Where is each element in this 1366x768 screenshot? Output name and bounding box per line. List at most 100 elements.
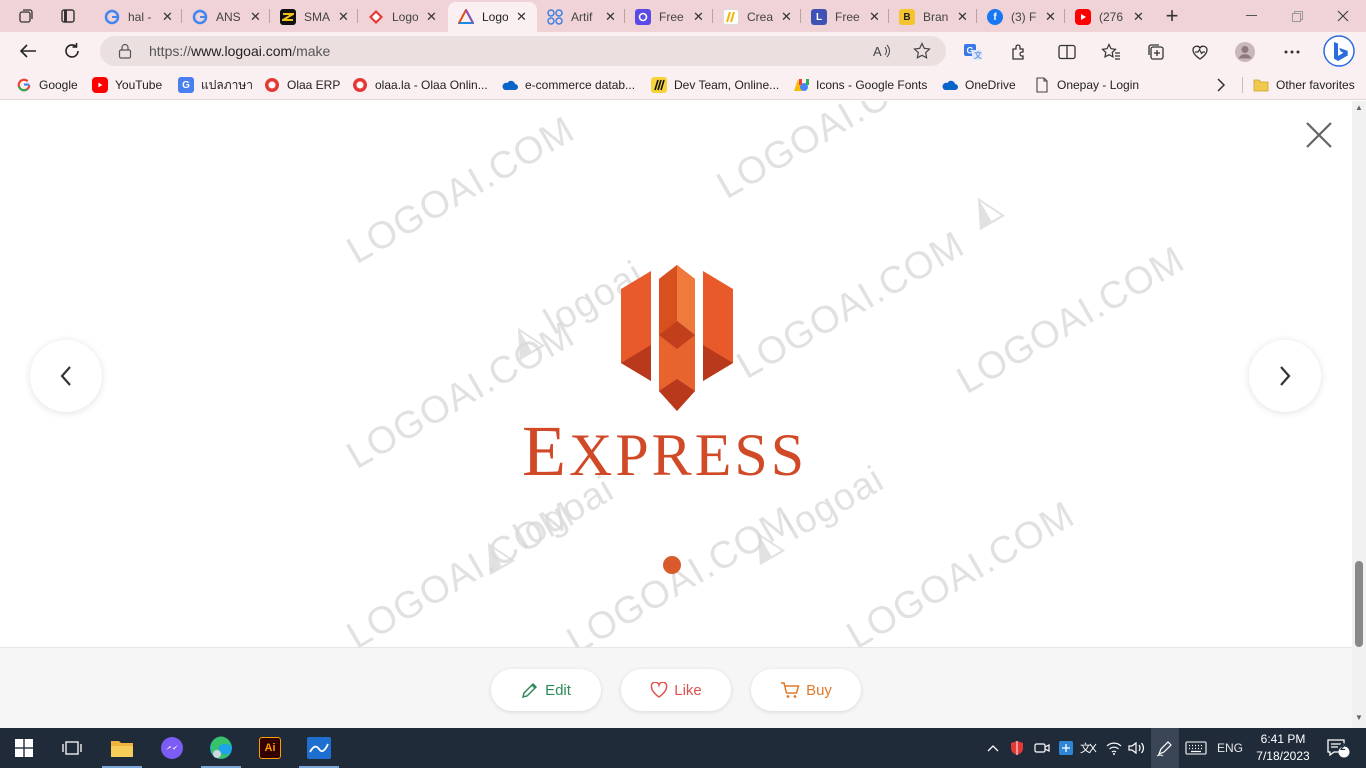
chart-app-icon <box>307 737 331 759</box>
collections-icon[interactable] <box>1145 41 1167 63</box>
bookmark-item[interactable]: OneDrive <box>942 76 1016 94</box>
page-scrollbar[interactable]: ▲ ▼ <box>1352 101 1366 728</box>
carousel-indicator-dot[interactable] <box>663 556 681 574</box>
tab-close-icon[interactable]: ✕ <box>781 9 792 25</box>
new-tab-button[interactable]: + <box>1160 4 1184 28</box>
previous-logo-button[interactable] <box>30 340 102 412</box>
scroll-down-arrow-icon[interactable]: ▼ <box>1355 713 1363 722</box>
tab-close-icon[interactable]: ✕ <box>516 9 527 25</box>
tab-close-icon[interactable]: ✕ <box>1045 9 1056 25</box>
browser-tab[interactable]: B Bran ✕ <box>889 2 975 32</box>
workspaces-icon[interactable] <box>12 4 40 28</box>
tab-close-icon[interactable]: ✕ <box>426 9 437 25</box>
bookmark-item[interactable]: olaa.la - Olaa Onlin... <box>352 76 488 94</box>
browser-tab[interactable]: hal - ✕ <box>94 2 180 32</box>
tab-close-icon[interactable]: ✕ <box>957 9 968 25</box>
bookmark-label: e-commerce datab... <box>525 78 636 92</box>
read-aloud-icon[interactable]: A <box>872 41 892 61</box>
bookmark-item[interactable]: Google <box>16 76 78 94</box>
tab-actions-icon[interactable] <box>54 4 82 28</box>
scrollbar-thumb[interactable] <box>1355 561 1363 647</box>
bookmark-item[interactable]: YouTube <box>92 76 162 94</box>
close-window-button[interactable] <box>1320 0 1366 32</box>
browser-tab[interactable]: L Free ✕ <box>801 2 887 32</box>
back-button[interactable] <box>14 37 42 65</box>
profile-avatar[interactable] <box>1234 41 1256 63</box>
browser-tab[interactable]: Artif ✕ <box>537 2 623 32</box>
bookmark-item[interactable]: G แปลภาษา <box>178 76 253 94</box>
close-preview-icon[interactable] <box>1302 118 1336 152</box>
onedrive-icon <box>502 77 518 93</box>
lock-icon[interactable] <box>118 43 132 59</box>
bookmarks-overflow-chevron-icon[interactable] <box>1216 76 1226 94</box>
pen-menu-icon[interactable] <box>1151 728 1179 768</box>
translate-icon[interactable]: G文 <box>962 41 984 63</box>
notification-center-button[interactable]: 2 <box>1318 728 1358 768</box>
url-path: /make <box>292 43 331 59</box>
file-explorer-app[interactable] <box>98 728 146 768</box>
browser-tab[interactable]: Crea ✕ <box>713 2 799 32</box>
restore-button[interactable] <box>1274 0 1320 32</box>
bing-copilot-icon[interactable] <box>1322 34 1356 68</box>
browser-tab[interactable]: SMA ✕ <box>270 2 356 32</box>
next-logo-button[interactable] <box>1249 340 1321 412</box>
browser-tab[interactable]: Logo ✕ <box>448 2 537 32</box>
edge-app[interactable] <box>197 728 245 768</box>
edit-label: Edit <box>545 681 571 699</box>
language-indicator[interactable]: ENG <box>1212 728 1248 768</box>
address-bar[interactable]: https://www.logoai.com/make A <box>100 36 946 66</box>
refresh-button[interactable] <box>58 37 86 65</box>
scroll-up-arrow-icon[interactable]: ▲ <box>1355 103 1363 112</box>
browser-tab[interactable]: (276 ✕ <box>1065 2 1151 32</box>
tab-title: (276 <box>1099 10 1124 24</box>
volume-icon[interactable] <box>1126 728 1148 768</box>
illustrator-app[interactable]: Ai <box>246 728 294 768</box>
svg-text:文: 文 <box>974 50 982 60</box>
meet-camera-icon[interactable] <box>1031 728 1053 768</box>
bookmark-item[interactable]: Icons - Google Fonts <box>793 76 927 94</box>
chevron-right-icon <box>1280 366 1291 386</box>
tab-close-icon[interactable]: ✕ <box>162 9 173 25</box>
input-method-icon[interactable]: 文 <box>1078 728 1100 768</box>
browser-tab[interactable]: Free ✕ <box>625 2 711 32</box>
security-shield-icon[interactable] <box>1006 728 1028 768</box>
like-button[interactable]: Like <box>621 669 731 711</box>
split-screen-icon[interactable] <box>1056 41 1078 63</box>
show-hidden-icons-chevron-icon[interactable] <box>984 728 1002 768</box>
minimize-button[interactable] <box>1228 0 1274 32</box>
bookmark-label: แปลภาษา <box>201 77 254 92</box>
settings-more-icon[interactable] <box>1281 41 1303 63</box>
browser-tab[interactable]: f (3) F ✕ <box>977 2 1063 32</box>
favorite-star-icon[interactable] <box>912 41 932 61</box>
extensions-icon[interactable] <box>1008 41 1030 63</box>
logoai-watermark: LOGOAI.COM <box>340 108 582 273</box>
other-favorites-folder[interactable]: Other favorites <box>1253 76 1355 94</box>
buy-button[interactable]: Buy <box>751 669 861 711</box>
bookmark-label: Icons - Google Fonts <box>816 78 928 92</box>
performance-icon[interactable] <box>1189 41 1211 63</box>
wifi-icon[interactable] <box>1103 728 1125 768</box>
messenger-app[interactable] <box>148 728 196 768</box>
tab-close-icon[interactable]: ✕ <box>869 9 880 25</box>
tab-close-icon[interactable]: ✕ <box>1133 9 1144 25</box>
app-tray-blue-icon[interactable] <box>1055 728 1077 768</box>
stock-chart-app[interactable] <box>295 728 343 768</box>
tab-close-icon[interactable]: ✕ <box>250 9 261 25</box>
touch-keyboard-icon[interactable] <box>1183 728 1209 768</box>
system-clock[interactable]: 6:41 PM 7/18/2023 <box>1248 731 1318 765</box>
edit-button[interactable]: Edit <box>491 669 601 711</box>
browser-tab[interactable]: Logo ✕ <box>358 2 444 32</box>
bookmark-item[interactable]: Olaa ERP <box>264 76 340 94</box>
start-button[interactable] <box>0 728 48 768</box>
bookmark-item[interactable]: e-commerce datab... <box>502 76 635 94</box>
task-view-button[interactable] <box>48 728 96 768</box>
favorites-icon[interactable] <box>1100 41 1122 63</box>
logo-diamond-icon <box>368 9 384 25</box>
tab-close-icon[interactable]: ✕ <box>605 9 616 25</box>
tab-close-icon[interactable]: ✕ <box>693 9 704 25</box>
bookmark-item[interactable]: Dev Team, Online... <box>651 76 779 94</box>
bookmark-item[interactable]: Onepay - Login <box>1034 76 1139 94</box>
browser-tab[interactable]: ANS ✕ <box>182 2 268 32</box>
tab-close-icon[interactable]: ✕ <box>338 9 349 25</box>
url-text[interactable]: https://www.logoai.com/make <box>149 43 330 59</box>
